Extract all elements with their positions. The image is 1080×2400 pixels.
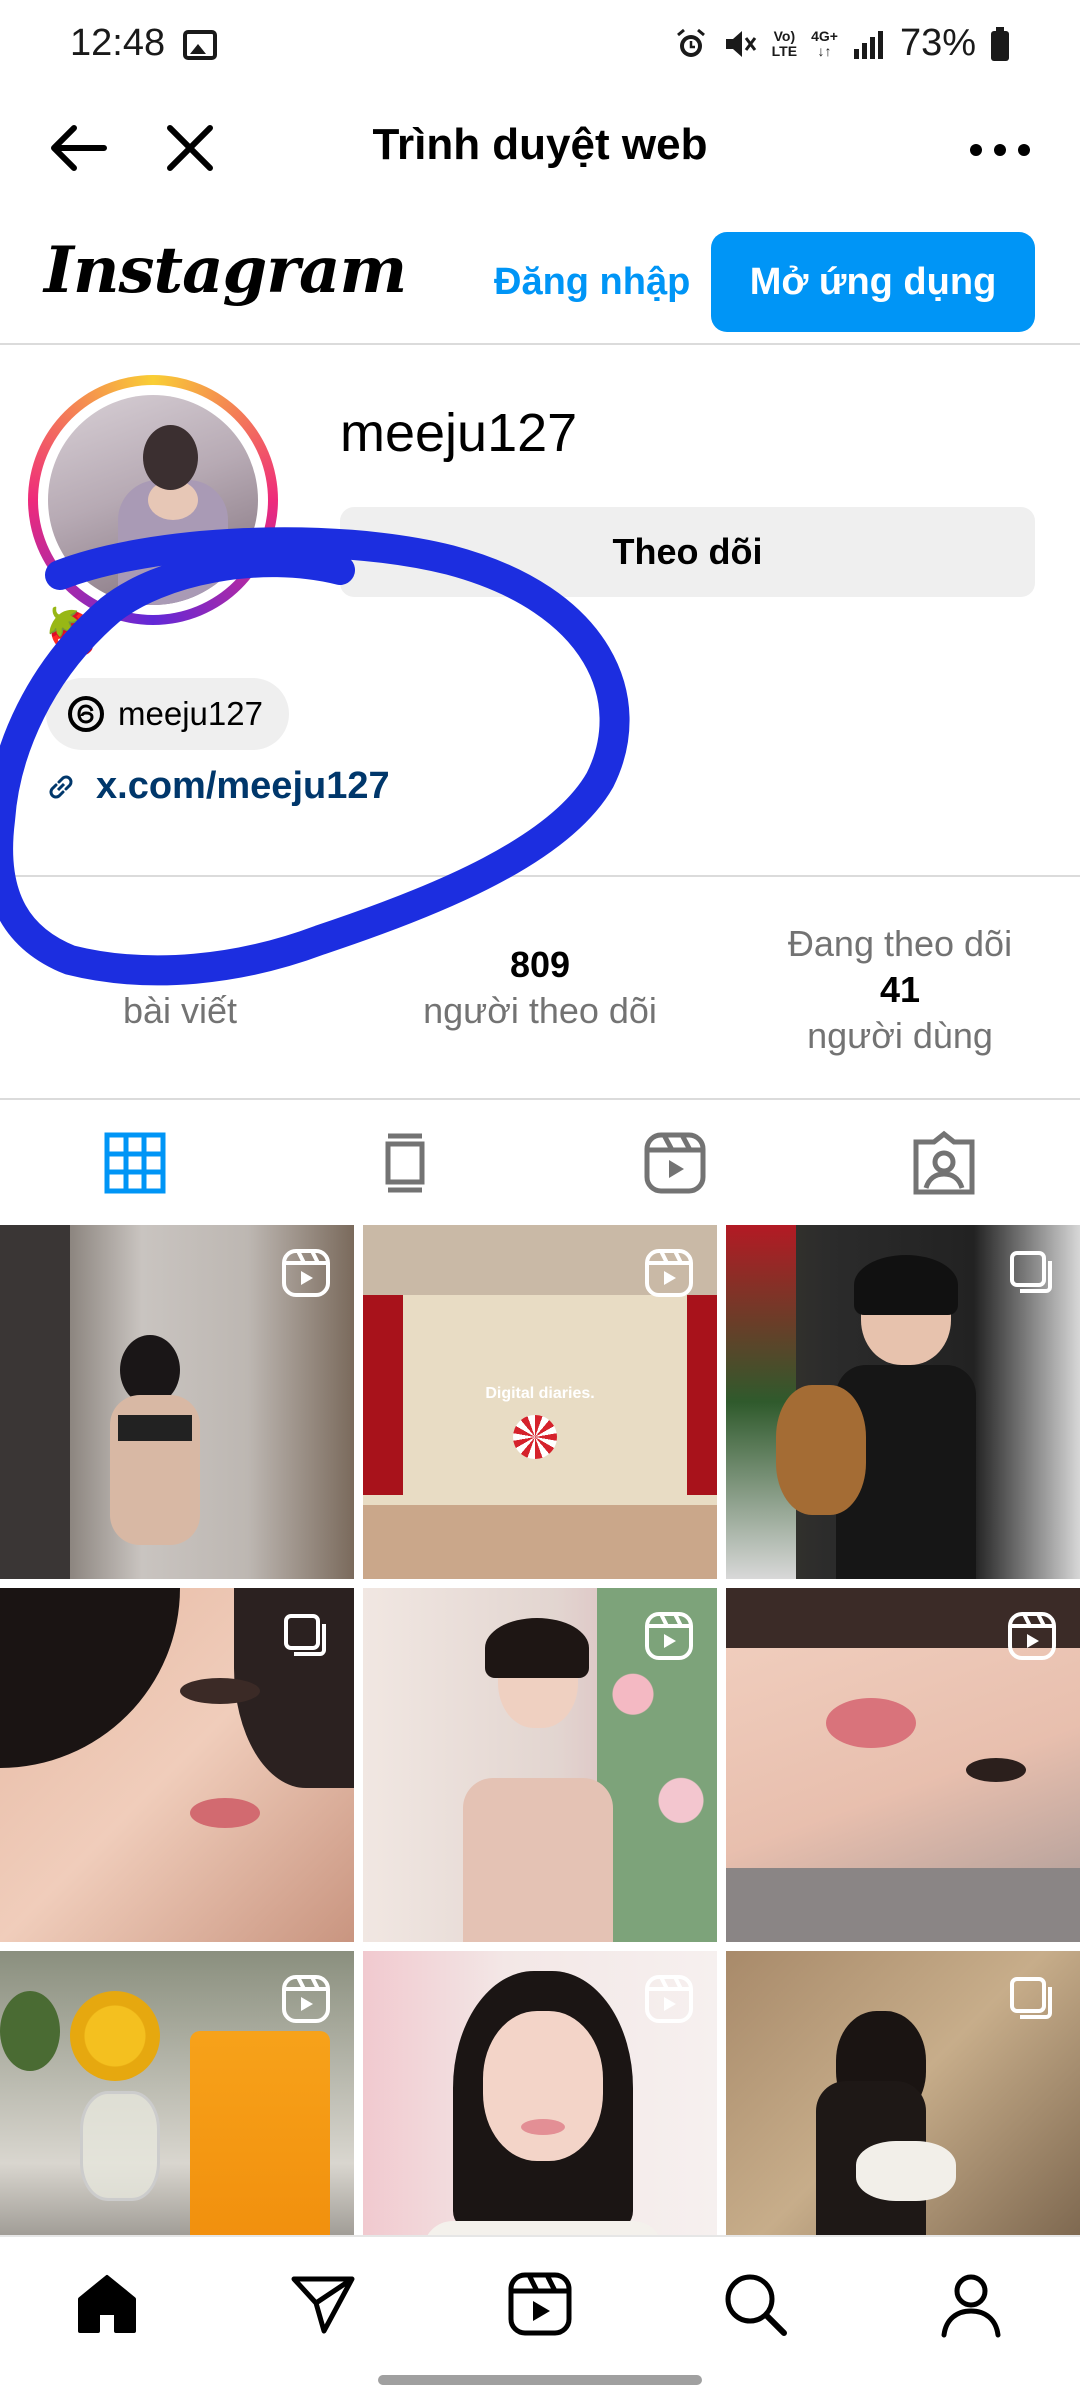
post-thumbnail[interactable] [726, 1225, 1080, 1579]
post-thumbnail[interactable] [0, 1225, 354, 1579]
avatar [48, 395, 258, 605]
follow-button[interactable]: Theo dõi [340, 507, 1035, 597]
following-count: 41 [879, 968, 921, 1010]
search-icon[interactable] [720, 2269, 790, 2339]
reels-icon[interactable] [642, 1130, 708, 1196]
reel-icon [1008, 1612, 1056, 1660]
posts-label: bài viết [122, 989, 238, 1031]
avatar-story-ring[interactable] [28, 375, 278, 625]
instagram-header: Instagram Đăng nhập Mở ứng dụng [0, 205, 1080, 345]
reels-icon[interactable] [505, 2269, 575, 2339]
threads-profile-chip[interactable]: meeju127 [46, 678, 289, 750]
reel-icon [645, 1612, 693, 1660]
home-icon[interactable] [72, 2269, 142, 2339]
signal-icon [853, 30, 883, 59]
gesture-bar[interactable] [378, 2375, 702, 2385]
mute-icon [725, 30, 756, 57]
followers-stat[interactable]: 809 người theo dõi [380, 877, 700, 1102]
feed-icon[interactable] [372, 1130, 438, 1196]
send-icon[interactable] [288, 2269, 358, 2339]
browser-title: Trình duyệt web [372, 120, 708, 169]
carousel-icon [1010, 1977, 1052, 2019]
alarm-icon [676, 28, 705, 57]
followers-label: người theo dõi [423, 989, 657, 1031]
post-thumbnail[interactable] [726, 1951, 1080, 2235]
open-app-button[interactable]: Mở ứng dụng [711, 232, 1035, 332]
reel-icon [282, 1975, 330, 2023]
profile-stats: bài viết 809 người theo dõi Đang theo dõ… [0, 875, 1080, 1100]
posts-grid: Digital diaries. [0, 1225, 1080, 2235]
threads-icon [68, 696, 104, 732]
gallery-notification-icon [183, 30, 217, 60]
following-label: người dùng [807, 1014, 993, 1056]
link-icon [49, 775, 73, 798]
post-caption: Digital diaries. [485, 1385, 595, 1402]
bio-strawberry-emoji: 🍓 [44, 607, 99, 656]
following-stat[interactable]: Đang theo dõi 41 người dùng [740, 877, 1060, 1102]
following-prefix: Đang theo dõi [787, 922, 1013, 964]
status-time: 12:48 [70, 22, 166, 64]
login-link[interactable]: Đăng nhập [494, 261, 690, 304]
reel-icon [645, 1975, 693, 2023]
status-bar: 12:48 Vo) LTE 4G+ ↓↑ 73% [0, 0, 1080, 90]
battery-percent: 73% [899, 22, 976, 64]
reel-icon [645, 1249, 693, 1297]
posts-count [175, 944, 185, 986]
post-thumbnail[interactable] [363, 1588, 717, 1942]
profile-link-text[interactable]: x.com/meeju127 [96, 765, 390, 808]
status-icons: Vo) LTE 4G+ ↓↑ 73% [674, 22, 1010, 65]
posts-stat: bài viết [60, 877, 300, 1102]
battery-icon [991, 26, 1009, 61]
browser-header: Trình duyệt web [0, 90, 1080, 205]
threads-handle: meeju127 [118, 695, 263, 732]
instagram-logo[interactable]: Instagram [44, 233, 407, 308]
post-thumbnail[interactable]: Digital diaries. [363, 1225, 717, 1579]
post-thumbnail[interactable] [363, 1951, 717, 2235]
post-thumbnail[interactable] [0, 1588, 354, 1942]
carousel-icon [1010, 1251, 1052, 1293]
profile-tabs [0, 1100, 1080, 1225]
grid-icon[interactable] [102, 1130, 168, 1196]
profile-icon[interactable] [936, 2269, 1006, 2339]
network-type: 4G+ ↓↑ [811, 27, 838, 59]
profile-link[interactable]: x.com/meeju127 [44, 765, 390, 808]
post-thumbnail[interactable] [726, 1588, 1080, 1942]
tagged-icon[interactable] [911, 1130, 977, 1196]
reel-icon [282, 1249, 330, 1297]
followers-count: 809 [509, 943, 571, 985]
profile-username: meeju127 [340, 403, 578, 463]
volte-label: Vo) LTE [771, 27, 798, 59]
more-options-icon[interactable] [960, 120, 1040, 180]
post-thumbnail[interactable] [0, 1951, 354, 2235]
carousel-icon [284, 1614, 326, 1656]
